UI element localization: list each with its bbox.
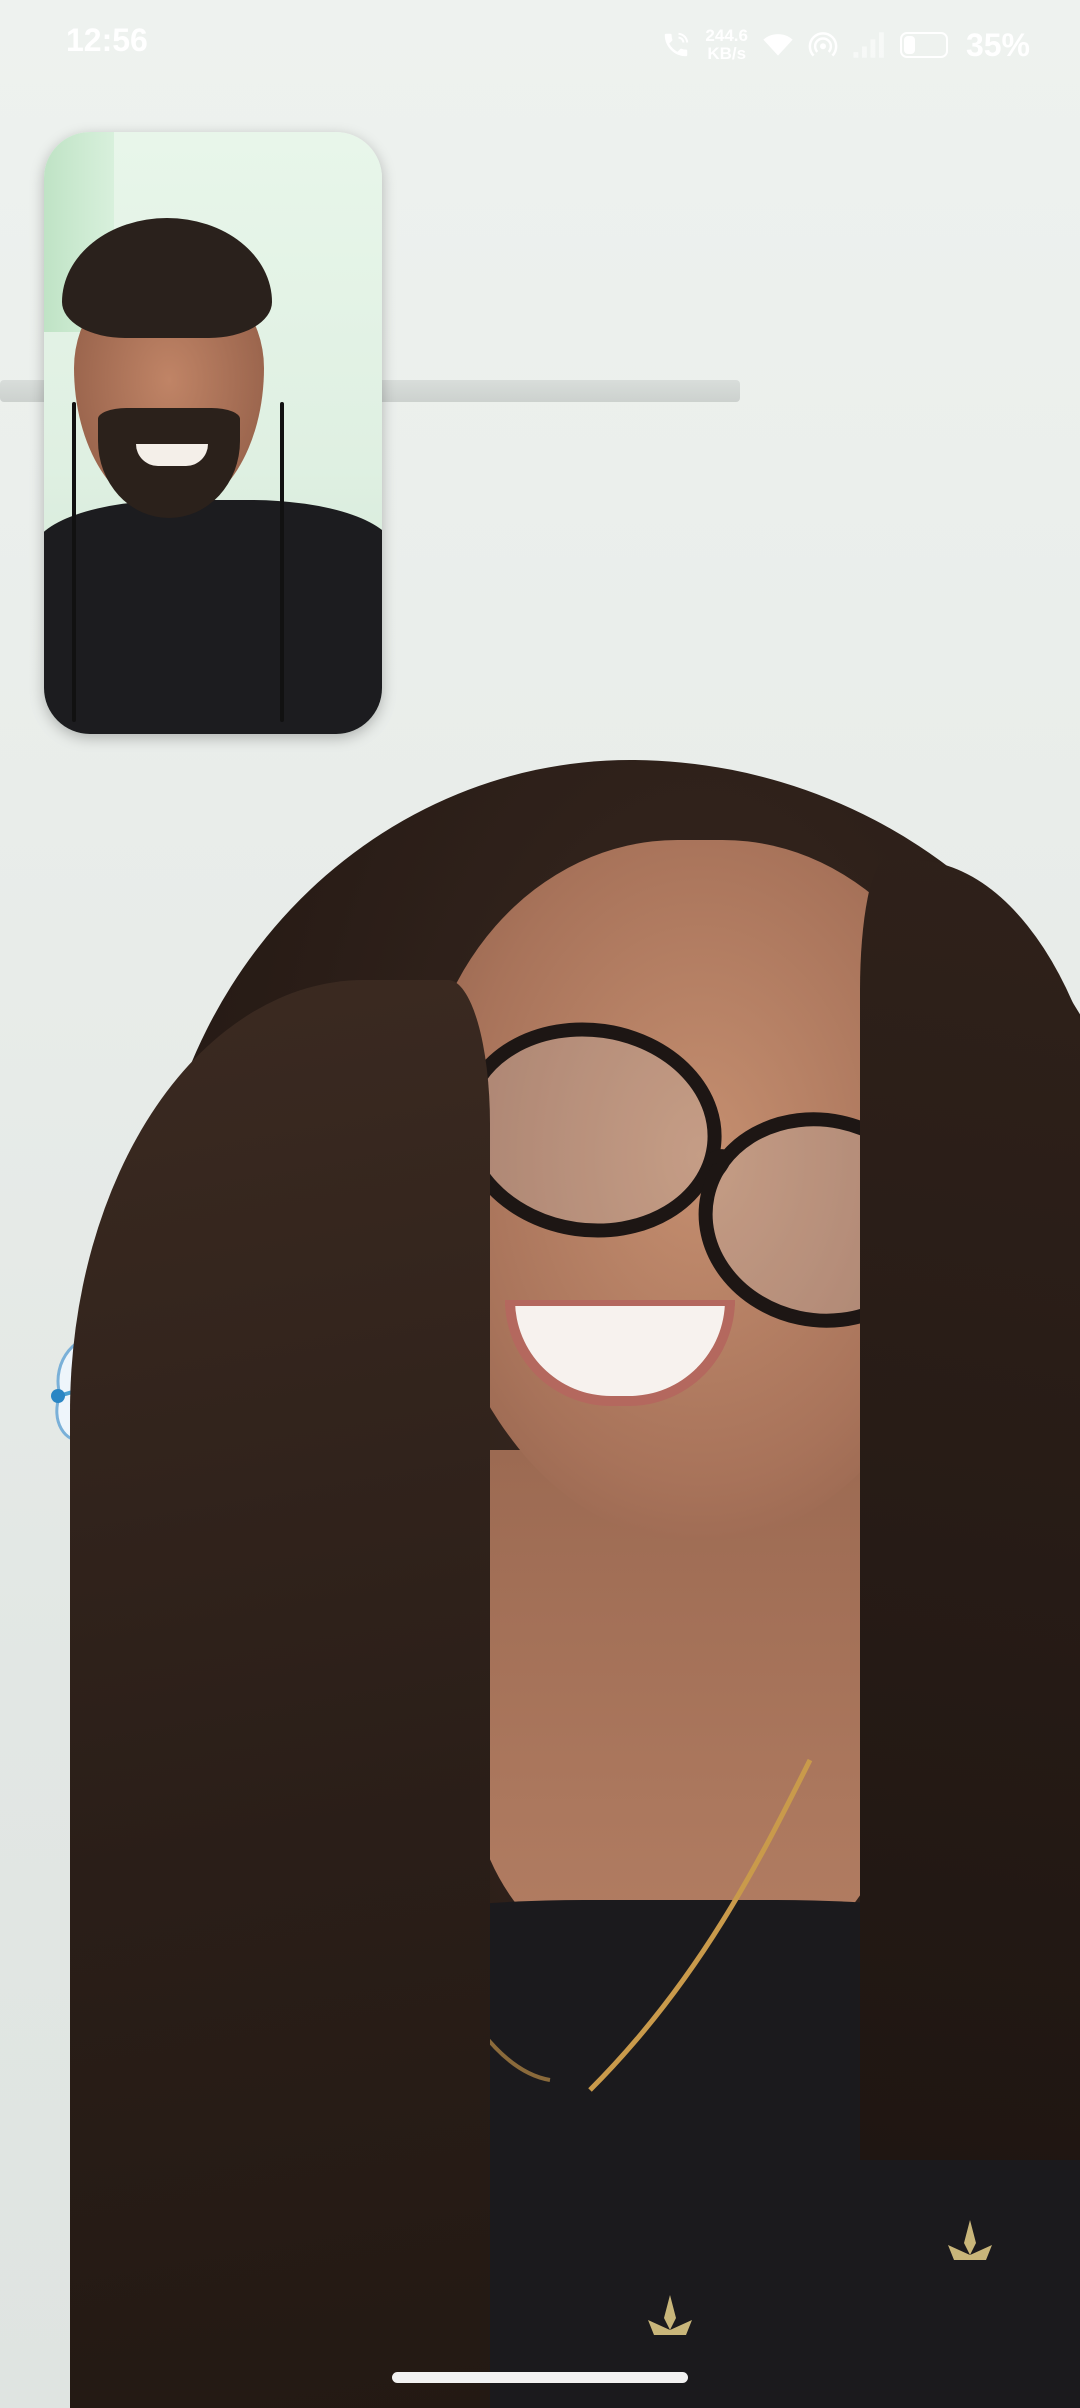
hotspot-icon: [808, 32, 838, 57]
wifi-icon: [763, 34, 793, 56]
earphone-wire: [280, 402, 284, 722]
signal-icon: [853, 32, 884, 58]
self-preview[interactable]: [44, 132, 382, 734]
network-speed-unit: KB/s: [707, 44, 747, 63]
battery-icon: [899, 32, 948, 58]
network-speed-value: 244.6: [705, 26, 748, 45]
status-icons: 244.6 KB/s 35%: [661, 20, 1030, 70]
remote-hair-right: [860, 860, 1080, 2160]
battery-percent: 35%: [965, 26, 1030, 63]
self-shirt: [44, 500, 382, 734]
network-speed: 244.6 KB/s: [705, 27, 748, 63]
shirt-embroidery: [648, 2295, 692, 2335]
self-smile: [136, 444, 208, 466]
remote-hair-left: [70, 980, 490, 2408]
shirt-embroidery: [948, 2220, 992, 2260]
status-bar: 12:56 244.6 KB/s 35%: [0, 0, 1080, 90]
necklace: [458, 1758, 813, 2092]
status-time: 12:56: [66, 22, 148, 58]
earphone-wire: [72, 402, 76, 722]
battery-level: [903, 36, 916, 54]
home-indicator[interactable]: [392, 2372, 688, 2383]
wifi-calling-icon: [665, 32, 689, 57]
